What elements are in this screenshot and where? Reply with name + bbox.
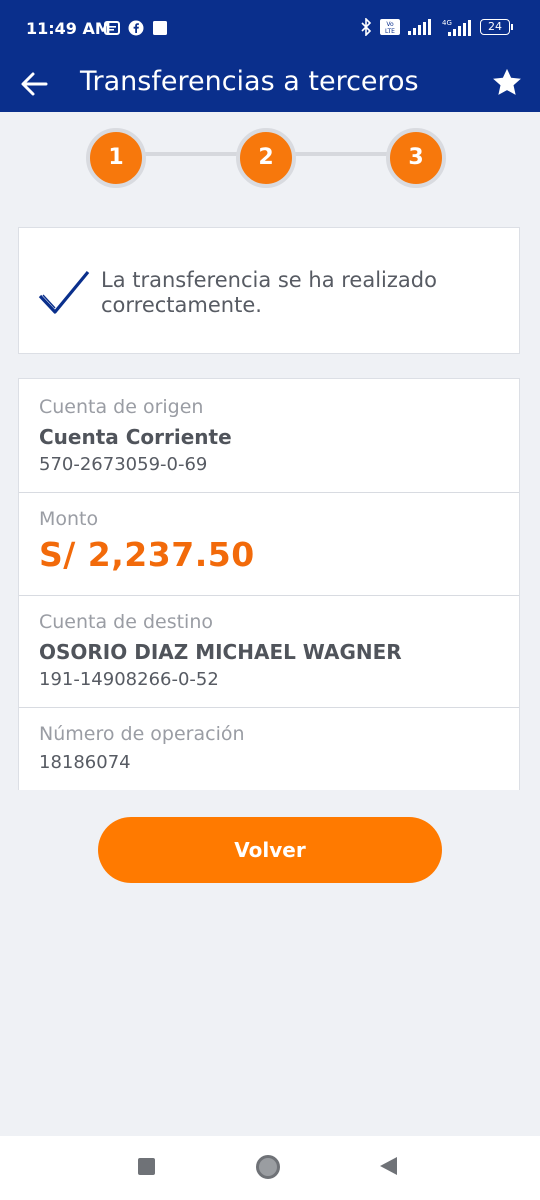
destination-label: Cuenta de destino [39,611,214,633]
home-icon[interactable] [256,1155,280,1179]
success-message: La transferencia se ha realizado correct… [101,268,437,317]
origin-account-number: 570-2673059-0-69 [39,454,208,475]
volver-button[interactable]: Volver [98,817,442,883]
destination-account-number: 191-14908266-0-52 [39,669,219,690]
checkmark-icon [38,270,90,314]
destination-account-row: Cuenta de destino OSORIO DIAZ MICHAEL WA… [19,596,519,708]
svg-text:4G: 4G [442,19,452,27]
system-nav-bar [0,1136,540,1200]
stepper: 1 2 3 [86,128,450,188]
system-icons: Vo LTE 4G 24 [360,18,513,36]
amount-row: Monto S/ 2,237.50 [19,493,519,596]
app-bar: Transferencias a terceros [0,58,540,112]
svg-text:LTE: LTE [385,28,395,35]
amount-label: Monto [39,508,99,530]
signal-icon [408,19,431,35]
arrow-left-icon [21,72,48,96]
step-2: 2 [236,128,296,188]
facebook-icon [128,20,144,36]
message-icon [104,21,120,35]
operation-label: Número de operación [39,723,245,745]
success-card: La transferencia se ha realizado correct… [18,227,520,354]
operation-number: 18186074 [39,752,131,773]
back-triangle-icon[interactable] [380,1157,397,1175]
favorite-button[interactable] [490,66,524,100]
origin-label: Cuenta de origen [39,396,204,418]
battery-icon: 24 [480,19,513,35]
notification-icons [104,20,168,36]
transfer-details: Cuenta de origen Cuenta Corriente 570-26… [18,378,520,790]
bluetooth-icon [361,18,372,36]
svg-text:Vo: Vo [386,21,394,28]
origin-account-row: Cuenta de origen Cuenta Corriente 570-26… [19,379,519,493]
volte-icon: VoLTE [380,19,400,35]
operation-number-row: Número de operación 18186074 [19,708,519,790]
recent-apps-icon[interactable] [138,1158,155,1175]
amount-value: S/ 2,237.50 [39,535,255,574]
step-1: 1 [86,128,146,188]
status-time: 11:49 AM [26,19,111,38]
origin-account-type: Cuenta Corriente [39,425,232,449]
star-icon [493,68,521,95]
back-button[interactable] [16,66,52,102]
step-3: 3 [386,128,446,188]
page-title: Transferencias a terceros [80,66,419,97]
status-bar: 11:49 AM Vo LTE 4G 24 [0,0,540,58]
app-icon [153,21,167,35]
network-4g-signal-icon: 4G [442,19,471,36]
destination-name: OSORIO DIAZ MICHAEL WAGNER [39,640,402,664]
